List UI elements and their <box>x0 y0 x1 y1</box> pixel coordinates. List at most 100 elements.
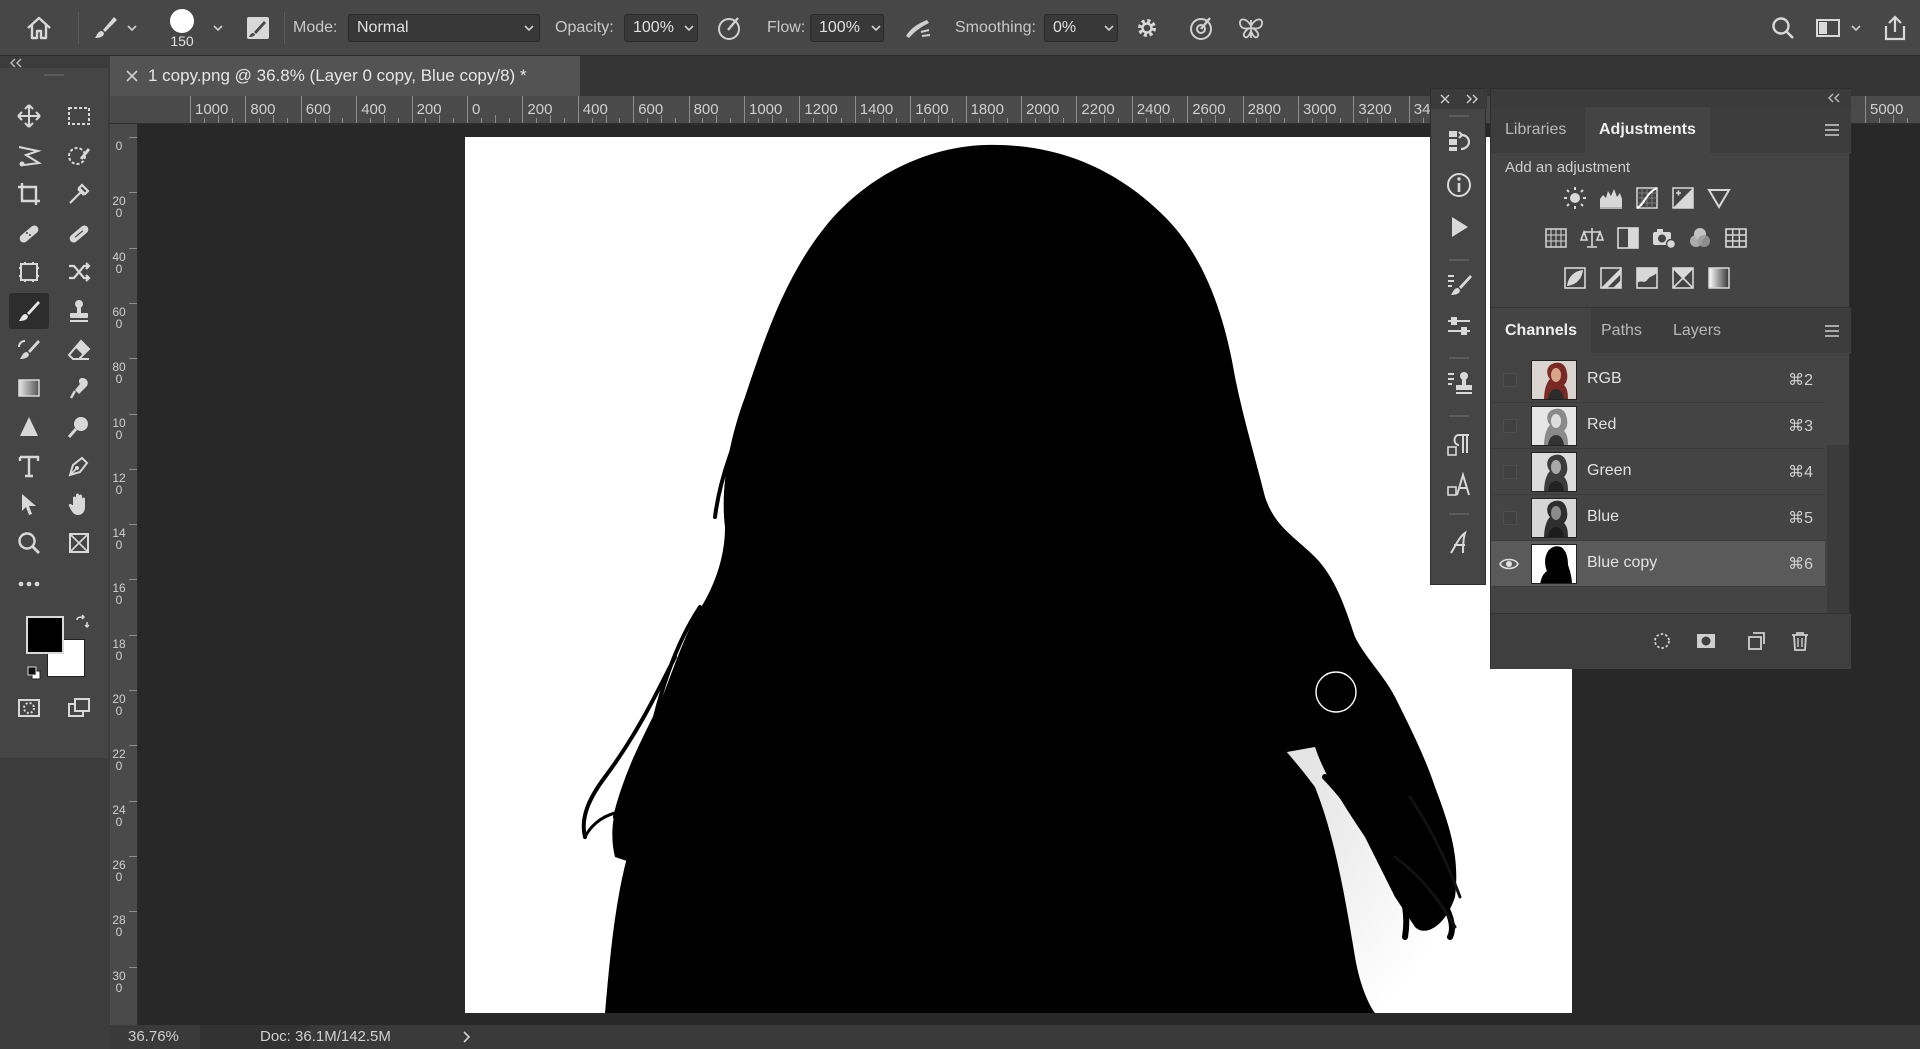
paragraph-panel-button[interactable] <box>1443 429 1475 461</box>
panel-menu-icon[interactable] <box>1823 323 1841 339</box>
channel-row-rgb[interactable]: RGB ⌘2 <box>1491 357 1825 403</box>
channel-row-blue-copy[interactable]: Blue copy ⌘6 <box>1491 541 1825 587</box>
collapse-panels-icon[interactable] <box>1827 93 1841 103</box>
smoothing-options-button[interactable] <box>1134 0 1160 56</box>
gradient-tool[interactable] <box>9 370 49 406</box>
home-button[interactable] <box>24 0 54 56</box>
visibility-toggle[interactable] <box>1503 465 1517 479</box>
close-icon[interactable] <box>124 68 140 84</box>
vibrance-icon[interactable] <box>1706 185 1732 211</box>
channel-row-red[interactable]: Red ⌘3 <box>1491 403 1825 449</box>
frame-placeholder-tool[interactable] <box>59 525 99 561</box>
panel-menu-icon[interactable] <box>1823 122 1841 138</box>
spot-healing-tool[interactable] <box>9 216 49 252</box>
symmetry-button[interactable] <box>1236 0 1266 56</box>
hue-saturation-icon[interactable] <box>1543 225 1569 251</box>
new-channel-icon[interactable] <box>1745 630 1767 652</box>
brush-preset-picker[interactable]: 150 <box>170 0 194 56</box>
tab-channels[interactable]: Channels <box>1491 308 1592 354</box>
invert-icon[interactable] <box>1562 265 1588 291</box>
tab-libraries[interactable]: Libraries <box>1491 107 1580 153</box>
lasso-tool[interactable] <box>9 138 49 174</box>
vertical-ruler[interactable]: 0 200 400 600 800 100 120 140 160 180 200 220 240 260… <box>110 124 138 1025</box>
color-balance-icon[interactable] <box>1579 225 1605 251</box>
chevron-down-icon[interactable] <box>1099 18 1119 38</box>
pressure-opacity-toggle[interactable] <box>716 0 744 56</box>
tab-layers[interactable]: Layers <box>1659 308 1735 354</box>
crop-tool[interactable] <box>9 176 49 212</box>
chevron-down-icon[interactable] <box>866 18 886 38</box>
swap-colors-icon[interactable] <box>74 614 90 630</box>
document-size-info[interactable]: Doc: 36.1M/142.5M <box>260 1028 391 1045</box>
brush-settings-toggle[interactable] <box>244 0 272 56</box>
brush-tool[interactable] <box>9 293 49 329</box>
quick-mask-button[interactable] <box>9 690 49 726</box>
pressure-size-toggle[interactable] <box>1188 0 1216 56</box>
foreground-color-swatch[interactable] <box>26 616 64 654</box>
trash-icon[interactable] <box>1789 630 1811 652</box>
clone-source-panel-button[interactable] <box>1443 367 1475 399</box>
chevron-down-icon[interactable] <box>679 18 699 38</box>
color-lookup-icon[interactable] <box>1723 225 1749 251</box>
collapse-toolbar-icon[interactable] <box>8 58 24 68</box>
brush-settings-panel-button[interactable] <box>1443 269 1475 301</box>
search-button[interactable] <box>1770 0 1796 56</box>
path-selection-tool[interactable] <box>9 486 49 522</box>
load-selection-icon[interactable] <box>1651 630 1673 652</box>
tool-preset-picker[interactable] <box>92 0 140 56</box>
posterize-icon[interactable] <box>1598 265 1624 291</box>
pen-tool[interactable] <box>59 448 99 484</box>
photo-filter-icon[interactable] <box>1651 225 1677 251</box>
default-colors-icon[interactable] <box>26 665 42 681</box>
zoom-tool[interactable] <box>9 525 49 561</box>
sharpen-tool[interactable] <box>9 409 49 445</box>
glyphs-panel-button[interactable] <box>1443 527 1475 559</box>
move-tool[interactable] <box>9 98 49 134</box>
threshold-icon[interactable] <box>1634 265 1660 291</box>
screen-mode-button[interactable] <box>59 690 99 726</box>
eye-icon[interactable] <box>1499 555 1519 573</box>
workspace-switcher[interactable] <box>1814 0 1864 56</box>
dodge-tool[interactable] <box>59 409 99 445</box>
hand-tool[interactable] <box>59 486 99 522</box>
zoom-level[interactable]: 36.76% <box>128 1028 179 1045</box>
tab-paths[interactable]: Paths <box>1587 308 1656 354</box>
tab-adjustments[interactable]: Adjustments <box>1585 107 1710 153</box>
airbrush-toggle[interactable] <box>903 0 933 56</box>
expand-panels-icon[interactable] <box>1465 93 1479 105</box>
close-icon[interactable] <box>1439 93 1451 105</box>
visibility-toggle[interactable] <box>1503 373 1517 387</box>
channel-mixer-icon[interactable] <box>1687 225 1713 251</box>
mode-select[interactable]: Normal <box>348 14 540 42</box>
history-panel-button[interactable] <box>1443 125 1475 157</box>
brightness-contrast-icon[interactable] <box>1562 185 1588 211</box>
actions-panel-button[interactable] <box>1443 211 1475 243</box>
marquee-tool[interactable] <box>59 98 99 134</box>
brush-preset-dropdown[interactable] <box>210 0 226 56</box>
character-panel-button[interactable] <box>1443 469 1475 501</box>
gradient-map-icon[interactable] <box>1706 265 1732 291</box>
visibility-toggle[interactable] <box>1503 419 1517 433</box>
history-brush-tool[interactable] <box>9 332 49 368</box>
type-tool[interactable] <box>9 448 49 484</box>
save-selection-icon[interactable] <box>1695 630 1717 652</box>
document-tab[interactable]: 1 copy.png @ 36.8% (Layer 0 copy, Blue c… <box>110 56 580 96</box>
content-aware-move-tool[interactable] <box>59 254 99 290</box>
selective-color-icon[interactable] <box>1670 265 1696 291</box>
clone-stamp-tool[interactable] <box>59 293 99 329</box>
channel-row-green[interactable]: Green ⌘4 <box>1491 449 1825 495</box>
visibility-toggle[interactable] <box>1503 511 1517 525</box>
exposure-icon[interactable] <box>1670 185 1696 211</box>
smudge-tool[interactable] <box>59 370 99 406</box>
frame-tool[interactable] <box>9 254 49 290</box>
channel-row-blue[interactable]: Blue ⌘5 <box>1491 495 1825 541</box>
info-panel-button[interactable] <box>1443 169 1475 201</box>
eyedropper-tool[interactable] <box>59 176 99 212</box>
eraser-tool[interactable] <box>59 332 99 368</box>
chevron-right-icon[interactable] <box>460 1030 472 1044</box>
curves-icon[interactable] <box>1634 185 1660 211</box>
quick-selection-tool[interactable] <box>59 138 99 174</box>
black-white-icon[interactable] <box>1615 225 1641 251</box>
document-image[interactable] <box>465 137 1572 1013</box>
edit-toolbar-button[interactable] <box>9 566 49 602</box>
